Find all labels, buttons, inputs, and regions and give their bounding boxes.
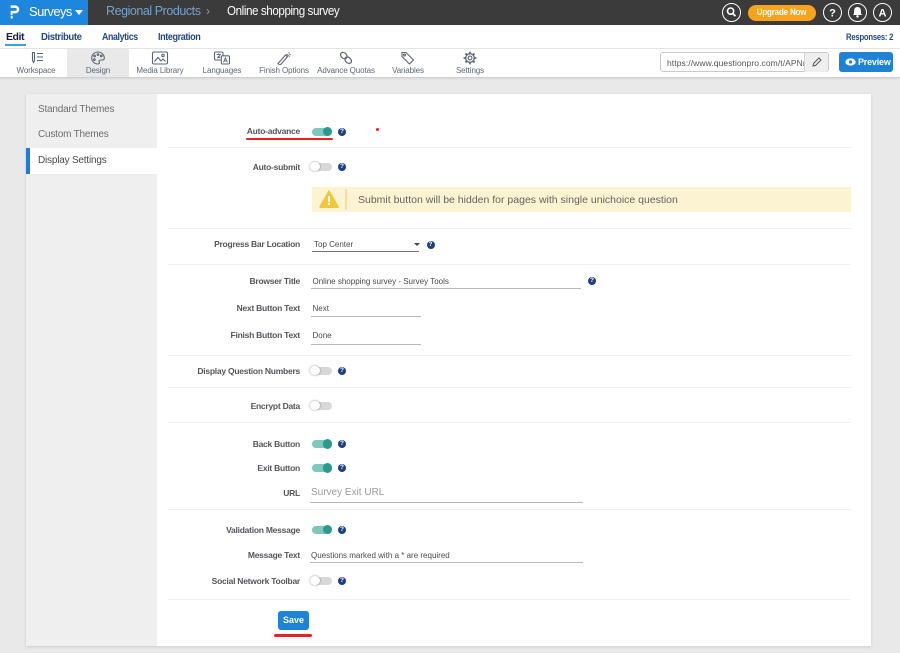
svg-text:?: ? bbox=[829, 7, 836, 19]
svg-text:A: A bbox=[879, 7, 887, 19]
